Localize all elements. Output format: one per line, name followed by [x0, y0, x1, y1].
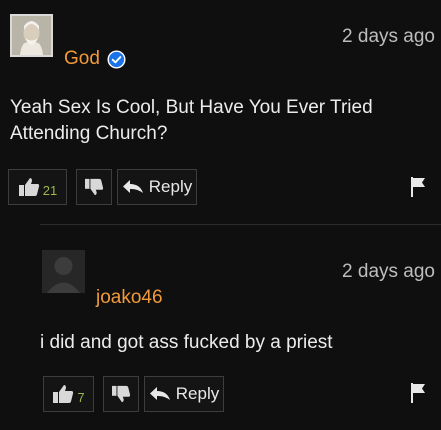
comment-text: Yeah Sex Is Cool, But Have You Ever Trie… — [10, 97, 373, 144]
dislike-button[interactable] — [76, 169, 112, 205]
dislike-button[interactable] — [103, 376, 139, 412]
thumbs-down-icon — [84, 178, 104, 196]
reply-button[interactable]: Reply — [144, 376, 224, 412]
verified-badge-icon — [107, 50, 126, 69]
reply-label: Reply — [175, 384, 220, 403]
avatar[interactable] — [42, 250, 85, 293]
thumbs-down-icon — [111, 385, 131, 403]
comment: God 2 days ago Yeah Sex Is Cool, But Hav… — [0, 0, 441, 222]
like-button[interactable]: 21 — [8, 169, 67, 205]
timestamp: 2 days ago — [342, 261, 435, 282]
like-count: 21 — [42, 182, 58, 198]
thumbs-up-icon — [52, 384, 74, 404]
reply-comment: joako46 2 days ago i did and got ass fuc… — [0, 228, 441, 430]
divider — [40, 224, 441, 225]
comment-text: i did and got ass fucked by a priest — [40, 332, 333, 353]
username[interactable]: joako46 — [96, 287, 163, 309]
flag-icon — [409, 176, 427, 198]
username[interactable]: God — [64, 48, 100, 70]
flag-button[interactable] — [404, 378, 432, 408]
like-button[interactable]: 7 — [43, 376, 94, 412]
like-count: 7 — [77, 389, 85, 405]
thumbs-up-icon — [18, 177, 40, 197]
reply-button[interactable]: Reply — [117, 169, 197, 205]
reply-arrow-icon — [149, 386, 171, 402]
timestamp: 2 days ago — [342, 26, 435, 47]
flag-button[interactable] — [404, 172, 432, 202]
flag-icon — [409, 382, 427, 404]
avatar[interactable] — [10, 14, 53, 57]
reply-label: Reply — [148, 177, 193, 196]
reply-arrow-icon — [122, 179, 144, 195]
